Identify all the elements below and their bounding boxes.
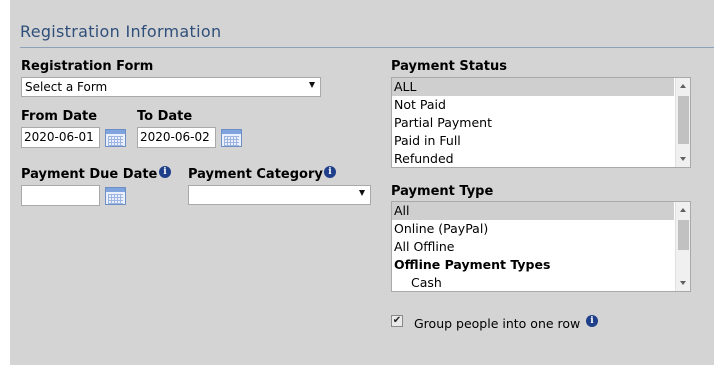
payment-status-option[interactable]: Refunded <box>392 150 674 167</box>
payment-category-select[interactable] <box>188 185 371 205</box>
from-date-input[interactable]: 2020-06-01 <box>21 127 100 148</box>
payment-type-scrollbar[interactable] <box>675 202 690 291</box>
registration-form-label: Registration Form <box>21 59 154 74</box>
payment-due-date-input[interactable] <box>21 185 100 206</box>
from-date-calendar-icon[interactable] <box>105 129 126 147</box>
info-icon[interactable]: i <box>324 166 336 178</box>
registration-panel <box>10 0 714 365</box>
scroll-up-icon[interactable] <box>680 208 686 212</box>
registration-form-select[interactable]: Select a Form <box>21 77 321 97</box>
payment-type-group-header: Offline Payment Types <box>394 257 551 272</box>
payment-status-option[interactable]: Not Paid <box>392 96 674 114</box>
left-margin <box>0 0 10 365</box>
payment-status-option[interactable]: Paid in Full <box>392 132 674 150</box>
to-date-input[interactable]: 2020-06-02 <box>137 127 216 148</box>
info-icon[interactable]: i <box>586 315 598 327</box>
group-people-label: Group people into one row <box>414 316 581 331</box>
group-people-checkbox[interactable]: ✔ <box>391 315 403 327</box>
payment-status-label: Payment Status <box>391 59 507 74</box>
payment-type-label: Payment Type <box>391 184 494 199</box>
scroll-down-icon[interactable] <box>680 281 686 285</box>
calendar-header <box>222 130 241 134</box>
payment-type-option[interactable]: All <box>392 202 674 220</box>
chevron-down-icon <box>309 82 315 88</box>
payment-type-option[interactable]: Online (PayPal) <box>392 220 674 238</box>
payment-type-listbox[interactable]: All Online (PayPal) All Offline Offline … <box>391 201 691 292</box>
payment-status-scrollbar[interactable] <box>675 78 690 167</box>
info-icon[interactable]: i <box>159 166 171 178</box>
chevron-down-icon <box>359 190 365 196</box>
payment-due-date-label: Payment Due Date <box>21 167 158 182</box>
scrollbar-thumb[interactable] <box>678 96 689 144</box>
calendar-header <box>106 188 125 192</box>
to-date-calendar-icon[interactable] <box>221 129 242 147</box>
payment-status-listbox[interactable]: ALL Not Paid Partial Payment Paid in Ful… <box>391 77 691 168</box>
calendar-header <box>106 130 125 134</box>
registration-form-selected: Select a Form <box>25 80 108 94</box>
calendar-grid <box>108 136 123 146</box>
scroll-up-icon[interactable] <box>680 84 686 88</box>
calendar-grid <box>224 136 239 146</box>
payment-status-option[interactable]: ALL <box>392 78 674 96</box>
payment-type-option[interactable]: All Offline <box>392 238 674 256</box>
payment-due-date-calendar-icon[interactable] <box>105 187 126 205</box>
payment-type-option[interactable]: Cash <box>392 274 674 291</box>
scroll-down-icon[interactable] <box>680 157 686 161</box>
scrollbar-thumb[interactable] <box>678 220 689 250</box>
from-date-label: From Date <box>21 109 98 124</box>
section-title: Registration Information <box>20 22 222 41</box>
calendar-grid <box>108 194 123 204</box>
to-date-label: To Date <box>137 109 193 124</box>
payment-status-option[interactable]: Partial Payment <box>392 114 674 132</box>
title-divider <box>20 47 714 48</box>
payment-category-label: Payment Category <box>188 167 323 182</box>
